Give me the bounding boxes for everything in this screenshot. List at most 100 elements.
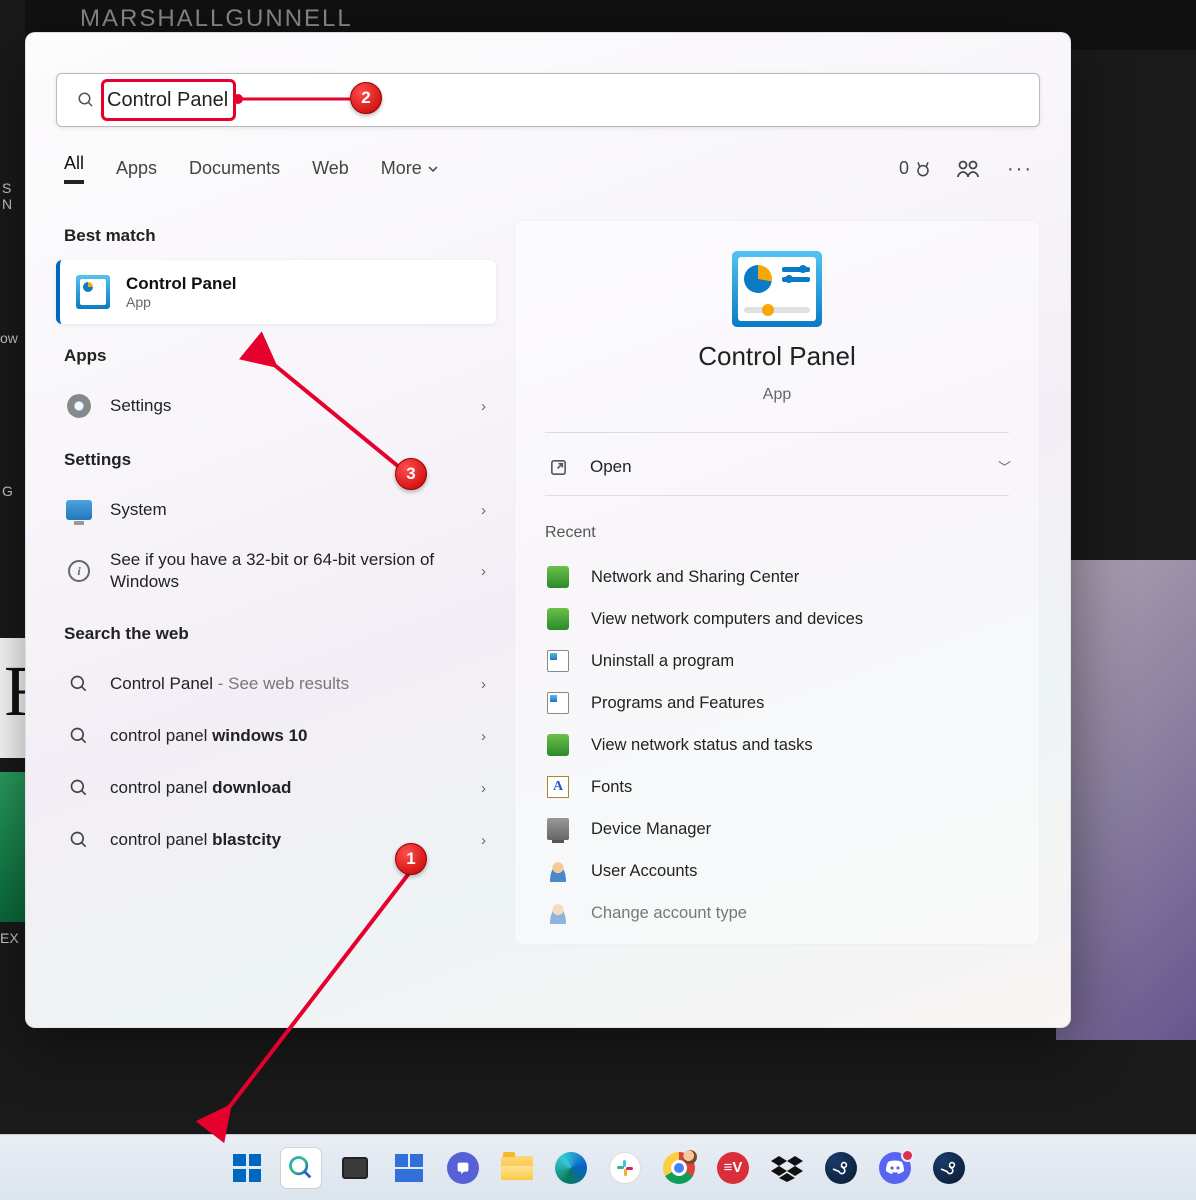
expressvpn-icon: ≡V — [717, 1152, 749, 1184]
best-match-subtitle: App — [126, 294, 480, 310]
best-match-title: Control Panel — [126, 274, 480, 294]
tab-more[interactable]: More — [381, 158, 439, 179]
open-action[interactable]: Open ﹀ — [545, 439, 1009, 496]
fonts-icon: A — [547, 776, 569, 798]
open-icon — [549, 458, 568, 477]
recent-item[interactable]: View network status and tasks — [545, 724, 1009, 766]
chevron-right-icon: › — [481, 563, 486, 580]
recent-item[interactable]: View network computers and devices — [545, 598, 1009, 640]
dropbox-button[interactable] — [767, 1148, 807, 1188]
file-explorer-button[interactable] — [497, 1148, 537, 1188]
recent-item[interactable]: Change account type — [545, 892, 1009, 934]
slack-button[interactable] — [605, 1148, 645, 1188]
chevron-down-icon — [427, 163, 439, 175]
recent-item[interactable]: AFonts — [545, 766, 1009, 808]
recent-header: Recent — [545, 524, 1009, 542]
more-options-button[interactable]: ··· — [1008, 157, 1032, 181]
chrome-button[interactable] — [659, 1148, 699, 1188]
expressvpn-button[interactable]: ≡V — [713, 1148, 753, 1188]
chrome-icon — [663, 1152, 695, 1184]
section-settings: Settings — [64, 450, 496, 470]
web-result-3[interactable]: control panel blastcity › — [56, 814, 496, 866]
chat-contacts-button[interactable] — [956, 157, 980, 181]
widgets-icon — [395, 1154, 423, 1182]
chat-button[interactable] — [443, 1148, 483, 1188]
web-result-1[interactable]: control panel windows 10 › — [56, 710, 496, 762]
edge-button[interactable] — [551, 1148, 591, 1188]
edge-icon — [555, 1152, 587, 1184]
tab-web[interactable]: Web — [312, 158, 349, 179]
dropbox-icon — [771, 1154, 803, 1182]
section-best-match: Best match — [64, 226, 496, 246]
search-icon — [69, 830, 89, 850]
search-input[interactable] — [107, 89, 1019, 112]
control-panel-icon — [76, 275, 110, 309]
widgets-button[interactable] — [389, 1148, 429, 1188]
steam-button-2[interactable] — [929, 1148, 969, 1188]
recent-item[interactable]: Programs and Features — [545, 682, 1009, 724]
start-button[interactable] — [227, 1148, 267, 1188]
network-icon — [547, 608, 569, 630]
tab-all[interactable]: All — [64, 153, 84, 184]
info-icon: i — [68, 560, 90, 582]
network-icon — [547, 566, 569, 588]
chat-icon — [447, 1152, 479, 1184]
bg-art — [1056, 560, 1196, 1040]
gear-icon — [67, 394, 91, 418]
details-title: Control Panel — [698, 341, 856, 372]
discord-icon — [879, 1152, 911, 1184]
recent-item[interactable]: Device Manager — [545, 808, 1009, 850]
rewards-button[interactable]: 0 — [904, 157, 928, 181]
chevron-right-icon: › — [481, 502, 486, 519]
discord-button[interactable] — [875, 1148, 915, 1188]
chevron-right-icon: › — [481, 676, 486, 693]
users-icon — [547, 860, 569, 882]
recent-item[interactable]: Network and Sharing Center — [545, 556, 1009, 598]
steam-icon — [933, 1152, 965, 1184]
chevron-right-icon: › — [481, 780, 486, 797]
section-apps: Apps — [64, 346, 496, 366]
network-icon — [547, 734, 569, 756]
best-match-item[interactable]: Control Panel App — [56, 260, 496, 324]
control-panel-icon — [732, 251, 822, 327]
chevron-right-icon: › — [481, 832, 486, 849]
result-bitness[interactable]: i See if you have a 32-bit or 64-bit ver… — [56, 536, 496, 606]
search-icon — [77, 91, 95, 109]
steam-icon — [825, 1152, 857, 1184]
taskbar-search-button[interactable] — [281, 1148, 321, 1188]
details-pane: Control Panel App Open ﹀ Recent Network … — [514, 220, 1040, 945]
users-icon — [547, 902, 569, 924]
task-view-button[interactable] — [335, 1148, 375, 1188]
tab-documents[interactable]: Documents — [189, 158, 280, 179]
search-bar[interactable] — [56, 73, 1040, 127]
tab-apps[interactable]: Apps — [116, 158, 157, 179]
chevron-down-icon[interactable]: ﹀ — [998, 457, 1011, 476]
result-system[interactable]: System › — [56, 484, 496, 536]
details-subtitle: App — [763, 386, 791, 404]
monitor-icon — [66, 500, 92, 520]
search-icon — [69, 726, 89, 746]
search-icon — [287, 1154, 315, 1182]
windows-icon — [233, 1154, 261, 1182]
programs-icon — [547, 692, 569, 714]
taskbar: ≡V — [0, 1134, 1196, 1200]
task-view-icon — [342, 1157, 368, 1179]
section-web: Search the web — [64, 624, 496, 644]
search-icon — [69, 674, 89, 694]
results-left: Best match Control Panel App Apps Settin… — [56, 220, 496, 945]
recent-item[interactable]: User Accounts — [545, 850, 1009, 892]
chevron-right-icon: › — [481, 398, 486, 415]
slack-icon — [609, 1152, 641, 1184]
start-search-panel: All Apps Documents Web More 0 ··· Best m… — [25, 32, 1071, 1028]
steam-button[interactable] — [821, 1148, 861, 1188]
chevron-right-icon: › — [481, 728, 486, 745]
folder-icon — [501, 1156, 533, 1180]
web-result-2[interactable]: control panel download › — [56, 762, 496, 814]
device-icon — [547, 818, 569, 840]
web-result-0[interactable]: Control Panel - See web results › — [56, 658, 496, 710]
recent-item[interactable]: Uninstall a program — [545, 640, 1009, 682]
search-icon — [69, 778, 89, 798]
result-settings[interactable]: Settings › — [56, 380, 496, 432]
programs-icon — [547, 650, 569, 672]
filter-tabs: All Apps Documents Web More 0 ··· — [56, 153, 1040, 184]
